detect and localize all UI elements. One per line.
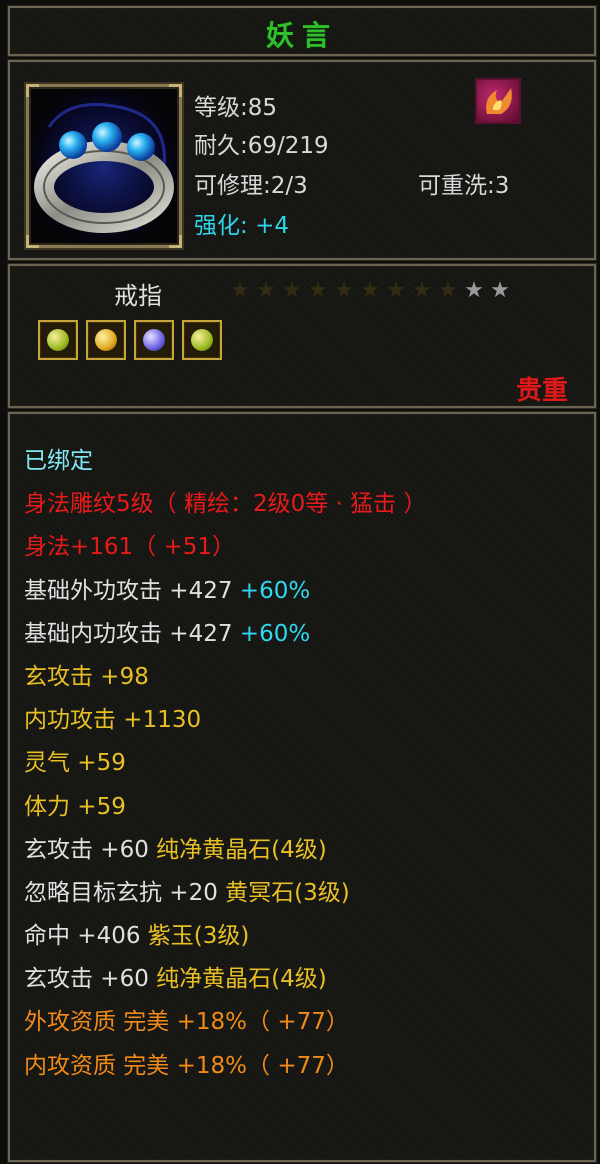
item-icon-frame[interactable] bbox=[26, 84, 182, 248]
attribute-line: 已绑定 bbox=[24, 440, 426, 483]
star-filled-icon: ★ bbox=[386, 278, 406, 303]
attribute-line: 外攻资质 完美 +18%（ +77） bbox=[24, 1001, 426, 1044]
star-filled-icon: ★ bbox=[438, 278, 458, 303]
attribute-segment: 身法雕纹5级（ 精绘：2级0等 · 猛击 ） bbox=[24, 491, 427, 518]
attribute-segment: 玄攻击 +60 bbox=[24, 966, 157, 993]
item-type: 戒指 bbox=[114, 282, 162, 310]
star-empty-icon: ★ bbox=[490, 278, 510, 303]
ring-icon bbox=[29, 87, 179, 245]
set-flame-icon[interactable] bbox=[475, 78, 521, 124]
star-filled-icon: ★ bbox=[412, 278, 432, 303]
repairable-stat: 可修理:2/3 bbox=[194, 173, 308, 199]
attribute-segment: 玄攻击 +60 bbox=[24, 836, 157, 863]
attribute-segment: 忽略目标玄抗 +20 bbox=[24, 879, 226, 906]
attribute-segment: 命中 +406 bbox=[24, 923, 148, 950]
attribute-segment: 灵气 +59 bbox=[24, 750, 126, 777]
yellow-gem-icon bbox=[47, 329, 69, 351]
attribute-panel: 已绑定身法雕纹5级（ 精绘：2级0等 · 猛击 ） 身法+161（ +51） 基础外… bbox=[8, 412, 596, 1162]
star-filled-icon: ★ bbox=[230, 278, 250, 303]
attribute-line: 玄攻击 +98 bbox=[24, 656, 426, 699]
star-empty-icon: ★ bbox=[464, 278, 484, 303]
item-info-panel: 戒指 ★ ★ ★ ★ ★ ★ ★ ★ ★ ★ ★ 贵重 bbox=[8, 264, 596, 408]
attribute-line: 内攻资质 完美 +18%（ +77） bbox=[24, 1045, 426, 1088]
enhance-label: 强化: bbox=[194, 213, 248, 239]
star-filled-icon: ★ bbox=[282, 278, 302, 303]
attribute-segment: 纯净黄晶石(4级) bbox=[156, 966, 327, 993]
gem-slot[interactable] bbox=[134, 320, 174, 360]
attribute-line: 基础外功攻击 +427 +60% bbox=[24, 570, 426, 613]
rarity-label: 贵重 bbox=[515, 376, 568, 406]
gem-slot[interactable] bbox=[182, 320, 222, 360]
item-header-panel: 等级:85 耐久:69/219 可修理:2/3 可重洗:3 强化: +4 bbox=[8, 60, 596, 260]
attribute-segment: 纯净黄晶石(4级) bbox=[156, 836, 327, 863]
attribute-line: 基础内功攻击 +427 +60% bbox=[24, 613, 426, 656]
attribute-line: 命中 +406 紫玉(3级) bbox=[24, 915, 426, 958]
attribute-segment: +60% bbox=[239, 577, 311, 604]
star-rating: ★ ★ ★ ★ ★ ★ ★ ★ ★ ★ ★ bbox=[228, 280, 512, 302]
star-filled-icon: ★ bbox=[334, 278, 354, 303]
rewash-stat: 可重洗:3 bbox=[418, 173, 510, 199]
star-filled-icon: ★ bbox=[308, 278, 328, 303]
attribute-line: 灵气 +59 bbox=[24, 742, 426, 785]
attribute-segment: 外攻资质 完美 +18%（ +77） bbox=[24, 1009, 349, 1036]
yellow-gem-icon bbox=[191, 329, 213, 351]
enhance-stat: 强化: +4 bbox=[194, 206, 289, 240]
attribute-segment: 已绑定 bbox=[24, 448, 93, 474]
attribute-line: 身法+161（ +51） bbox=[24, 526, 426, 569]
title-bar: 妖言 bbox=[8, 6, 596, 56]
attribute-segment: 内攻资质 完美 +18%（ +77） bbox=[24, 1052, 349, 1079]
attribute-line: 忽略目标玄抗 +20 黄冥石(3级) bbox=[24, 872, 426, 915]
attribute-line: 玄攻击 +60 纯净黄晶石(4级) bbox=[24, 958, 426, 1001]
attribute-segment: 身法+161（ +51） bbox=[24, 534, 236, 561]
star-filled-icon: ★ bbox=[256, 278, 276, 303]
attribute-segment: +60% bbox=[239, 620, 311, 647]
purple-gem-icon bbox=[143, 329, 165, 351]
attribute-segment: 玄攻击 +98 bbox=[24, 663, 149, 690]
enhance-value: +4 bbox=[255, 213, 289, 239]
attribute-list: 已绑定身法雕纹5级（ 精绘：2级0等 · 猛击 ） 身法+161（ +51） 基础外… bbox=[24, 440, 426, 1088]
gem-slots bbox=[38, 320, 222, 360]
gold-gem-icon bbox=[95, 329, 117, 351]
attribute-segment: 基础外功攻击 +427 bbox=[24, 577, 240, 604]
star-filled-icon: ★ bbox=[360, 278, 380, 303]
level-stat: 等级:85 bbox=[194, 95, 278, 121]
attribute-line: 体力 +59 bbox=[24, 786, 426, 829]
attribute-segment: 黄冥石(3级) bbox=[225, 879, 350, 906]
attribute-segment: 内功攻击 +1130 bbox=[24, 707, 202, 734]
attribute-line: 身法雕纹5级（ 精绘：2级0等 · 猛击 ） bbox=[24, 483, 426, 526]
attribute-segment: 体力 +59 bbox=[24, 793, 126, 820]
attribute-line: 内功攻击 +1130 bbox=[24, 699, 426, 742]
gem-slot[interactable] bbox=[86, 320, 126, 360]
gem-slot[interactable] bbox=[38, 320, 78, 360]
attribute-line: 玄攻击 +60 纯净黄晶石(4级) bbox=[24, 829, 426, 872]
item-name: 妖言 bbox=[265, 19, 338, 52]
attribute-segment: 基础内功攻击 +427 bbox=[24, 620, 240, 647]
durability-stat: 耐久:69/219 bbox=[194, 133, 329, 159]
attribute-segment: 紫玉(3级) bbox=[147, 923, 250, 950]
